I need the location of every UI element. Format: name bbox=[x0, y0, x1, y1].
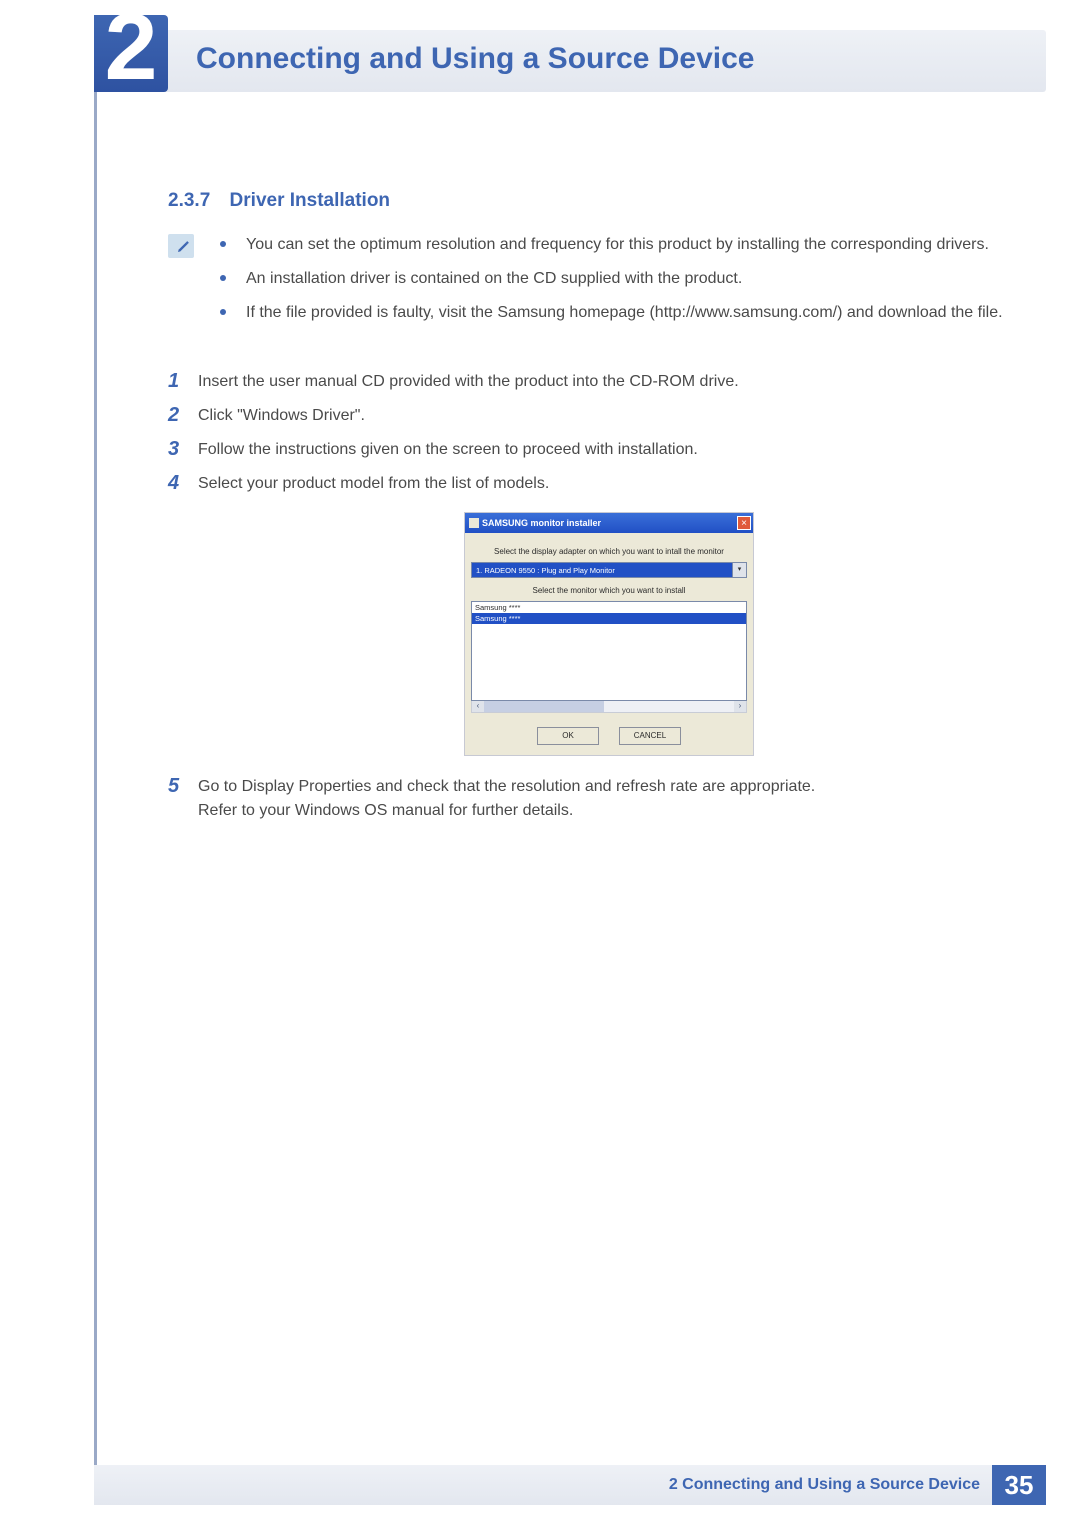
bullet-icon bbox=[220, 309, 226, 315]
list-item[interactable]: Samsung **** bbox=[472, 602, 746, 613]
step-text-line2: Refer to your Windows OS manual for furt… bbox=[198, 802, 573, 819]
step-number: 1 bbox=[168, 370, 192, 392]
step-5-row: 5 Go to Display Properties and check tha… bbox=[168, 775, 1020, 823]
dialog-title-text: SAMSUNG monitor installer bbox=[482, 518, 601, 528]
step-text: Select your product model from the list … bbox=[198, 472, 549, 496]
left-rule bbox=[94, 30, 97, 1505]
note-text: You can set the optimum resolution and f… bbox=[246, 233, 989, 257]
step-2: 2 Click "Windows Driver". bbox=[168, 404, 1020, 428]
monitor-label: Select the monitor which you want to ins… bbox=[471, 586, 747, 595]
page-number: 35 bbox=[992, 1465, 1046, 1505]
steps-list: 1 Insert the user manual CD provided wit… bbox=[168, 370, 1020, 766]
step-5: 5 Go to Display Properties and check tha… bbox=[168, 775, 1020, 833]
dialog-body: Select the display adapter on which you … bbox=[465, 533, 753, 755]
page: 2 Connecting and Using a Source Device 2… bbox=[0, 0, 1080, 1527]
scroll-track[interactable] bbox=[484, 701, 734, 712]
section-number: 2.3.7 bbox=[168, 190, 210, 211]
note-item: An installation driver is contained on t… bbox=[220, 267, 1020, 291]
chapter-badge: 2 bbox=[94, 15, 168, 92]
note-icon bbox=[168, 234, 194, 258]
adapter-select-value: 1. RADEON 9550 : Plug and Play Monitor bbox=[471, 562, 733, 578]
installer-dialog: SAMSUNG monitor installer × Select the d… bbox=[464, 512, 754, 756]
scroll-thumb[interactable] bbox=[484, 701, 604, 712]
section-title: Driver Installation bbox=[230, 190, 391, 211]
note-text: If the file provided is faulty, visit th… bbox=[246, 301, 1003, 325]
horizontal-scrollbar[interactable]: ‹ › bbox=[471, 701, 747, 713]
cancel-button[interactable]: CANCEL bbox=[619, 727, 681, 745]
note-text: An installation driver is contained on t… bbox=[246, 267, 742, 291]
step-4: 4 Select your product model from the lis… bbox=[168, 472, 1020, 496]
footer-label: 2 Connecting and Using a Source Device bbox=[669, 1476, 980, 1494]
footer-band: 2 Connecting and Using a Source Device 3… bbox=[94, 1465, 1046, 1505]
step-text: Go to Display Properties and check that … bbox=[198, 775, 815, 823]
step-3: 3 Follow the instructions given on the s… bbox=[168, 438, 1020, 462]
step-number: 3 bbox=[168, 438, 192, 460]
step-text: Click "Windows Driver". bbox=[198, 404, 365, 428]
dialog-title: SAMSUNG monitor installer bbox=[469, 518, 601, 528]
step-number: 2 bbox=[168, 404, 192, 426]
step-number: 4 bbox=[168, 472, 192, 494]
bullet-icon bbox=[220, 241, 226, 247]
step-number: 5 bbox=[168, 775, 192, 797]
close-icon[interactable]: × bbox=[737, 516, 751, 530]
step-text: Insert the user manual CD provided with … bbox=[198, 370, 739, 394]
list-item[interactable]: Samsung **** bbox=[472, 613, 746, 624]
chapter-title: Connecting and Using a Source Device bbox=[196, 42, 754, 76]
app-icon bbox=[469, 518, 479, 528]
pencil-icon bbox=[176, 238, 192, 254]
section-heading: 2.3.7 Driver Installation bbox=[168, 190, 390, 212]
dialog-titlebar: SAMSUNG monitor installer × bbox=[465, 513, 753, 533]
dialog-buttons: OK CANCEL bbox=[471, 727, 747, 745]
monitor-listbox[interactable]: Samsung **** Samsung **** bbox=[471, 601, 747, 701]
note-list: You can set the optimum resolution and f… bbox=[220, 233, 1020, 335]
ok-button[interactable]: OK bbox=[537, 727, 599, 745]
scroll-left-icon[interactable]: ‹ bbox=[472, 701, 484, 712]
adapter-select[interactable]: 1. RADEON 9550 : Plug and Play Monitor ▾ bbox=[471, 562, 747, 578]
note-item: If the file provided is faulty, visit th… bbox=[220, 301, 1020, 325]
step-text-line1: Go to Display Properties and check that … bbox=[198, 778, 815, 795]
chevron-down-icon[interactable]: ▾ bbox=[733, 562, 747, 578]
note-item: You can set the optimum resolution and f… bbox=[220, 233, 1020, 257]
scroll-right-icon[interactable]: › bbox=[734, 701, 746, 712]
step-1: 1 Insert the user manual CD provided wit… bbox=[168, 370, 1020, 394]
step-text: Follow the instructions given on the scr… bbox=[198, 438, 698, 462]
adapter-label: Select the display adapter on which you … bbox=[471, 547, 747, 556]
chapter-number: 2 bbox=[105, 9, 158, 86]
bullet-icon bbox=[220, 275, 226, 281]
